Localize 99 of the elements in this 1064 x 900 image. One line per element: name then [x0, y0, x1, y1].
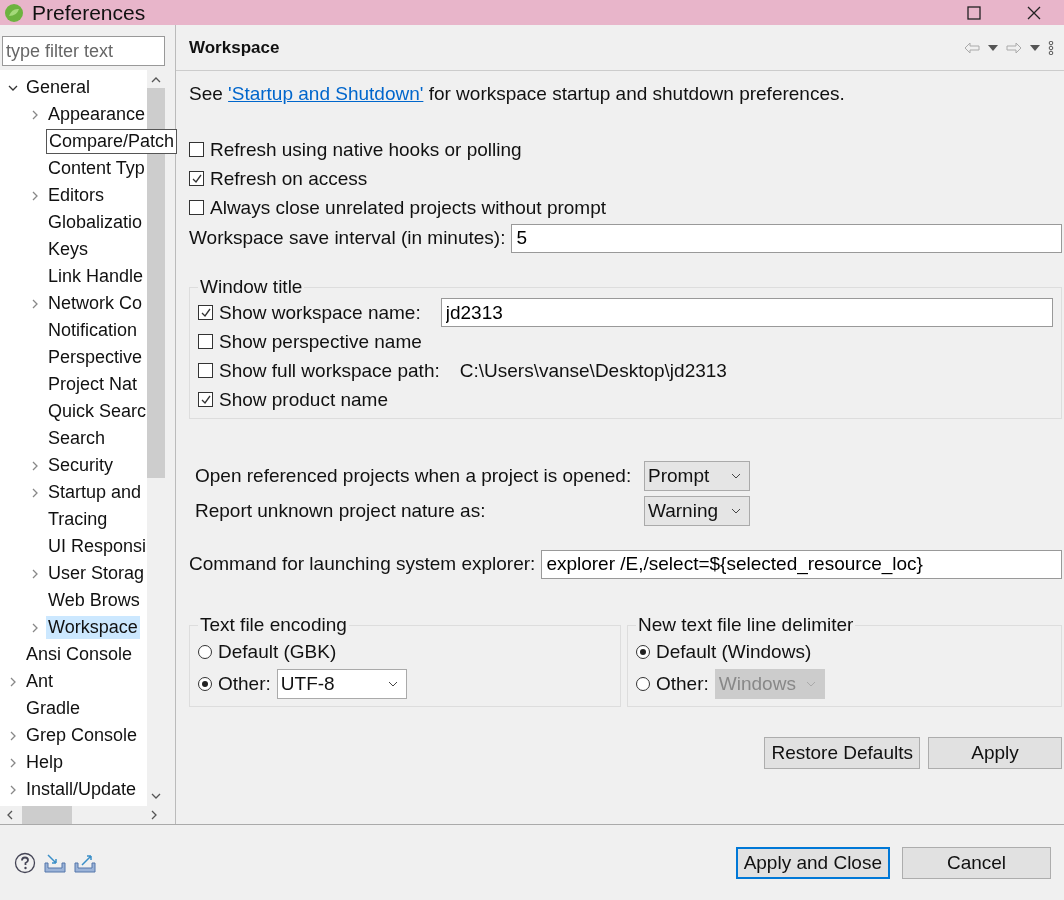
chevron-right-icon[interactable]: [30, 487, 40, 498]
checkbox-label: Show full workspace path:: [219, 359, 440, 382]
tree-item[interactable]: Gradle: [24, 697, 83, 720]
radio-label: Other:: [218, 673, 271, 695]
dropdown[interactable]: Warning: [644, 496, 750, 526]
radio-button[interactable]: [198, 645, 212, 659]
tree-item[interactable]: Grep Console: [24, 724, 140, 747]
radio-button[interactable]: [198, 677, 212, 691]
checkbox-label: Always close unrelated projects without prompt: [210, 196, 607, 219]
tree-item[interactable]: Globalizatio: [46, 211, 145, 234]
tree-item[interactable]: Perspective: [46, 346, 145, 369]
workspace-path-text: C:\Users\vanse\Desktop\jd2313: [459, 359, 727, 382]
workspace-name-field[interactable]: jd2313: [440, 298, 1053, 327]
radio-label: Default (GBK): [218, 641, 337, 663]
export-icon[interactable]: [74, 852, 96, 873]
page-button[interactable]: Apply: [928, 737, 1062, 769]
scroll-down-icon[interactable]: [151, 792, 161, 800]
explorer-command-field[interactable]: explorer /E,/select=${selected_resource_loc}: [541, 549, 1062, 579]
tree-item[interactable]: Appearance: [46, 103, 148, 126]
tree-item[interactable]: Ant: [24, 670, 56, 693]
tree-item[interactable]: Tracing: [46, 508, 110, 531]
more-icon[interactable]: [1048, 40, 1054, 55]
tree-item[interactable]: Security: [46, 454, 116, 477]
tree-item[interactable]: Ansi Console: [24, 643, 135, 666]
intro-text: for workspace startup and shutdown preferences.: [428, 83, 845, 104]
tree-item[interactable]: Startup and: [46, 481, 144, 504]
dialog-button[interactable]: Cancel: [902, 846, 1051, 879]
checkbox-label: Refresh using native hooks or polling: [210, 138, 522, 161]
page-button[interactable]: Restore Defaults: [764, 737, 920, 769]
chevron-right-icon[interactable]: [30, 109, 40, 120]
checkbox[interactable]: [198, 334, 213, 349]
dropdown[interactable]: UTF-8: [276, 669, 407, 699]
dialog-button[interactable]: Apply and Close: [735, 846, 890, 879]
tree-item[interactable]: Web Brows: [46, 589, 142, 612]
chevron-right-icon[interactable]: [8, 784, 18, 795]
radio-label: Other:: [656, 673, 709, 695]
checkbox-label: Show perspective name: [219, 330, 422, 353]
tree-item[interactable]: Keys: [46, 238, 91, 261]
chevron-right-icon[interactable]: [8, 730, 18, 741]
scroll-up-icon[interactable]: [151, 76, 161, 84]
checkbox[interactable]: [198, 305, 213, 320]
chevron-right-icon[interactable]: [8, 757, 18, 768]
field-label: Workspace save interval (in minutes):: [189, 227, 506, 249]
chevron-down-icon[interactable]: [387, 681, 398, 687]
tree-item[interactable]: Network Co: [46, 292, 145, 315]
dropdown-icon[interactable]: [988, 44, 998, 51]
import-icon[interactable]: [44, 852, 66, 873]
radio-label: Default (Windows): [656, 641, 812, 663]
close-icon[interactable]: [1027, 5, 1041, 20]
tree-item[interactable]: Help: [24, 751, 66, 774]
tree-item[interactable]: UI Responsi: [46, 535, 149, 558]
tree-item[interactable]: Quick Searc: [46, 400, 149, 423]
interval-field[interactable]: 5: [511, 223, 1062, 253]
maximize-icon[interactable]: [967, 5, 981, 20]
tree-item[interactable]: Notification: [46, 319, 140, 342]
group-title: New text file line delimiter: [637, 614, 855, 636]
field-label: Command for launching system explorer:: [189, 553, 536, 575]
tree-item[interactable]: Search: [46, 427, 108, 450]
tree-item[interactable]: Project Nat: [46, 373, 140, 396]
chevron-right-icon[interactable]: [30, 298, 40, 309]
page-title: Workspace: [189, 37, 280, 58]
window-title: Preferences: [32, 0, 146, 25]
tree-item[interactable]: Editors: [46, 184, 107, 207]
chevron-down-icon[interactable]: [731, 473, 741, 479]
chevron-right-icon[interactable]: [30, 460, 40, 471]
dropdown-label: Report unknown project nature as:: [195, 500, 487, 522]
startup-link[interactable]: 'Startup and Shutdown': [228, 83, 424, 104]
intro-text: See: [189, 83, 223, 104]
checkbox-label: Show workspace name:: [219, 301, 421, 324]
checkbox[interactable]: [189, 171, 204, 186]
checkbox-label: Show product name: [219, 388, 388, 411]
tree-item[interactable]: Workspace: [46, 616, 140, 639]
chevron-right-icon[interactable]: [30, 622, 40, 633]
checkbox[interactable]: [198, 363, 213, 378]
dropdown[interactable]: Prompt: [644, 461, 750, 491]
tree-item[interactable]: User Storag: [46, 562, 147, 585]
tree-item[interactable]: General: [24, 76, 93, 99]
checkbox[interactable]: [198, 392, 213, 407]
chevron-down-icon[interactable]: [731, 508, 741, 514]
tree-item[interactable]: Content Typ: [46, 157, 147, 180]
help-icon[interactable]: [14, 851, 36, 874]
group-title: Window title: [199, 276, 304, 298]
tree-item[interactable]: Install/Update: [24, 778, 139, 801]
checkbox[interactable]: [189, 142, 204, 157]
group-title: Text file encoding: [199, 614, 348, 636]
checkbox-label: Refresh on access: [210, 167, 368, 190]
radio-button[interactable]: [636, 645, 650, 659]
scroll-left-icon[interactable]: [6, 810, 14, 820]
dropdown-label: Open referenced projects when a project is opened:: [195, 465, 633, 487]
chevron-right-icon[interactable]: [30, 568, 40, 579]
dropdown-icon[interactable]: [1030, 44, 1040, 51]
chevron-right-icon[interactable]: [30, 190, 40, 201]
leaf-logo-icon: [4, 2, 24, 23]
checkbox[interactable]: [189, 200, 204, 215]
scroll-right-icon[interactable]: [150, 810, 158, 820]
tree-item[interactable]: Link Handle: [46, 265, 146, 288]
chevron-right-icon[interactable]: [8, 676, 18, 687]
tree-item[interactable]: Compare/Patch: [46, 129, 178, 154]
filter-field[interactable]: type filter text: [2, 36, 165, 66]
